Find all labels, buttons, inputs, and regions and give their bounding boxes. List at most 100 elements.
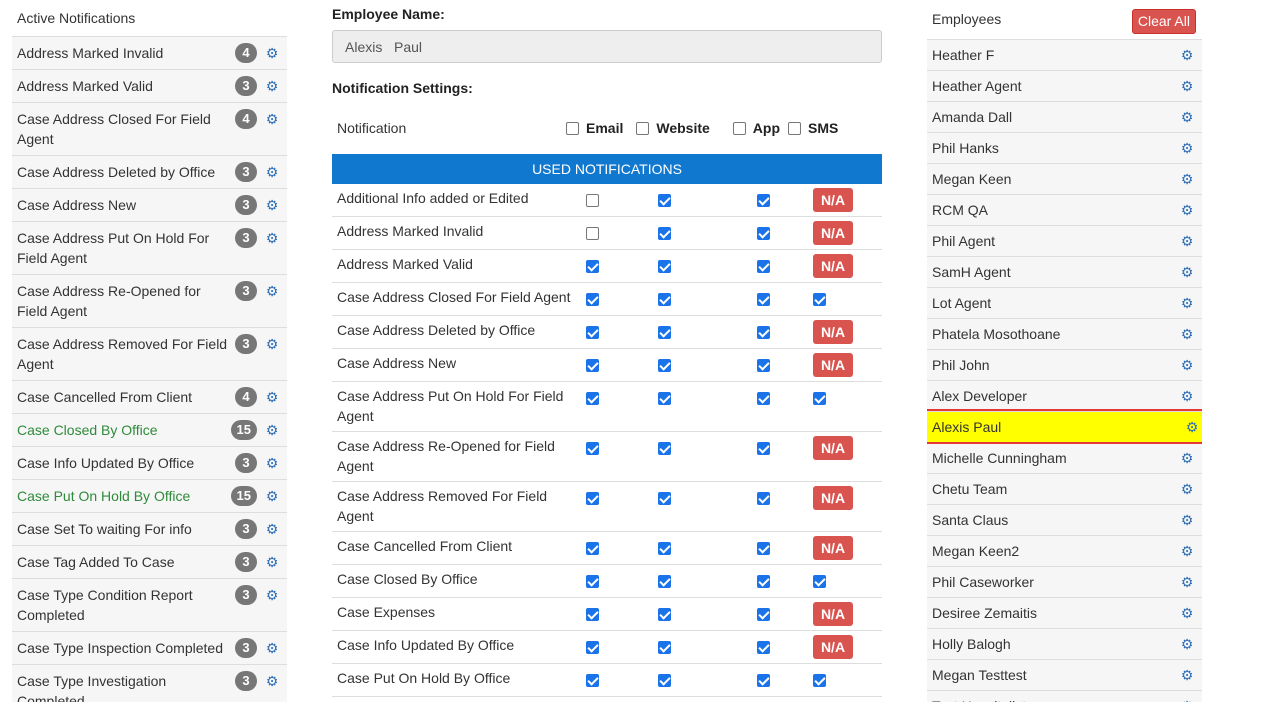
website-checkbox[interactable] [658,541,671,555]
notification-list-item[interactable]: Case Address Removed For Field Agent 3 ⚙ [12,327,287,380]
website-checkbox[interactable] [658,391,671,405]
gear-icon[interactable]: ⚙ [1180,451,1194,465]
app-checkbox[interactable] [757,541,770,555]
sms-checkbox[interactable] [813,673,826,687]
email-checkbox[interactable] [586,491,599,505]
email-checkbox[interactable] [586,292,599,306]
app-checkbox[interactable] [757,259,770,273]
gear-icon[interactable]: ⚙ [265,423,279,437]
gear-icon[interactable]: ⚙ [1180,668,1194,682]
sms-all-checkbox[interactable] [788,121,802,135]
employee-item[interactable]: Desiree Zemaitis ⚙ [927,597,1202,628]
employee-item[interactable]: Heather Agent ⚙ [927,70,1202,101]
employee-item[interactable]: Lot Agent ⚙ [927,287,1202,318]
employee-item[interactable]: SamH Agent ⚙ [927,256,1202,287]
app-all-toggle[interactable]: App [732,120,780,136]
app-checkbox[interactable] [757,325,770,339]
email-checkbox[interactable] [586,574,599,588]
website-checkbox[interactable] [658,673,671,687]
gear-icon[interactable]: ⚙ [265,390,279,404]
notification-list-item[interactable]: Case Put On Hold By Office 15 ⚙ [12,479,287,512]
email-all-toggle[interactable]: Email [566,120,623,136]
app-checkbox[interactable] [757,391,770,405]
app-checkbox[interactable] [757,607,770,621]
gear-icon[interactable]: ⚙ [1180,389,1194,403]
app-checkbox[interactable] [757,358,770,372]
gear-icon[interactable]: ⚙ [1180,575,1194,589]
gear-icon[interactable]: ⚙ [265,337,279,351]
website-checkbox[interactable] [658,292,671,306]
notification-list-item[interactable]: Address Marked Valid 3 ⚙ [12,69,287,102]
gear-icon[interactable]: ⚙ [265,456,279,470]
clear-all-button[interactable]: Clear All [1131,9,1196,34]
app-all-checkbox[interactable] [732,121,746,135]
employee-item[interactable]: Michelle Cunningham ⚙ [927,442,1202,473]
employee-item-selected[interactable]: Alexis Paul ⚙ [927,409,1202,444]
gear-icon[interactable]: ⚙ [265,79,279,93]
gear-icon[interactable]: ⚙ [1180,358,1194,372]
gear-icon[interactable]: ⚙ [1185,420,1199,434]
employee-item[interactable]: Megan Keen2 ⚙ [927,535,1202,566]
gear-icon[interactable]: ⚙ [265,284,279,298]
gear-icon[interactable]: ⚙ [1180,296,1194,310]
website-checkbox[interactable] [658,574,671,588]
email-checkbox[interactable] [586,391,599,405]
website-checkbox[interactable] [658,193,671,207]
employee-item[interactable]: Alex Developer ⚙ [927,380,1202,411]
app-checkbox[interactable] [757,441,770,455]
sms-all-toggle[interactable]: SMS [788,120,838,136]
website-checkbox[interactable] [658,226,671,240]
gear-icon[interactable]: ⚙ [1180,234,1194,248]
website-checkbox[interactable] [658,325,671,339]
employee-item[interactable]: Test Hospitalist⚙ [927,690,1202,702]
email-checkbox[interactable] [586,541,599,555]
gear-icon[interactable]: ⚙ [1180,48,1194,62]
notification-list-item[interactable]: Case Type Condition Report Completed 3 ⚙ [12,578,287,631]
gear-icon[interactable]: ⚙ [1180,141,1194,155]
email-all-checkbox[interactable] [566,121,579,135]
email-checkbox[interactable] [586,193,599,207]
employee-item[interactable]: Phil Hanks ⚙ [927,132,1202,163]
employee-item[interactable]: Megan Keen ⚙ [927,163,1202,194]
email-checkbox[interactable] [586,673,599,687]
website-checkbox[interactable] [658,607,671,621]
notification-list-item[interactable]: Case Address Put On Hold For Field Agent… [12,221,287,274]
notification-list-item[interactable]: Case Type Investigation Completed 3 ⚙ [12,664,287,702]
notification-list-item[interactable]: Address Marked Invalid 4 ⚙ [12,36,287,69]
gear-icon[interactable]: ⚙ [265,112,279,126]
gear-icon[interactable]: ⚙ [265,46,279,60]
app-checkbox[interactable] [757,226,770,240]
notification-list-item[interactable]: Case Address Re-Opened for Field Agent 3 ⚙ [12,274,287,327]
notification-list-item[interactable]: Case Address Closed For Field Agent 4 ⚙ [12,102,287,155]
notification-list-item[interactable]: Case Closed By Office 15 ⚙ [12,413,287,446]
website-checkbox[interactable] [658,259,671,273]
gear-icon[interactable]: ⚙ [265,231,279,245]
notification-list-item[interactable]: Case Cancelled From Client 4 ⚙ [12,380,287,413]
notification-list-item[interactable]: Case Tag Added To Case 3 ⚙ [12,545,287,578]
gear-icon[interactable]: ⚙ [1180,544,1194,558]
gear-icon[interactable]: ⚙ [1180,482,1194,496]
app-checkbox[interactable] [757,574,770,588]
employee-item[interactable]: Megan Testtest ⚙ [927,659,1202,690]
gear-icon[interactable]: ⚙ [265,522,279,536]
gear-icon[interactable]: ⚙ [1180,606,1194,620]
notification-list-item[interactable]: Case Address Deleted by Office 3 ⚙ [12,155,287,188]
website-checkbox[interactable] [658,441,671,455]
email-checkbox[interactable] [586,325,599,339]
employee-name-input[interactable] [332,30,882,63]
email-checkbox[interactable] [586,259,599,273]
email-checkbox[interactable] [586,441,599,455]
gear-icon[interactable]: ⚙ [1180,110,1194,124]
email-checkbox[interactable] [586,226,599,240]
email-checkbox[interactable] [586,607,599,621]
gear-icon[interactable]: ⚙ [265,641,279,655]
sms-checkbox[interactable] [813,391,826,405]
notification-list-item[interactable]: Case Type Inspection Completed 3 ⚙ [12,631,287,664]
gear-icon[interactable]: ⚙ [1180,637,1194,651]
gear-icon[interactable]: ⚙ [1180,327,1194,341]
email-checkbox[interactable] [586,358,599,372]
employee-item[interactable]: Chetu Team ⚙ [927,473,1202,504]
gear-icon[interactable]: ⚙ [1180,79,1194,93]
sms-checkbox[interactable] [813,574,826,588]
website-checkbox[interactable] [658,491,671,505]
